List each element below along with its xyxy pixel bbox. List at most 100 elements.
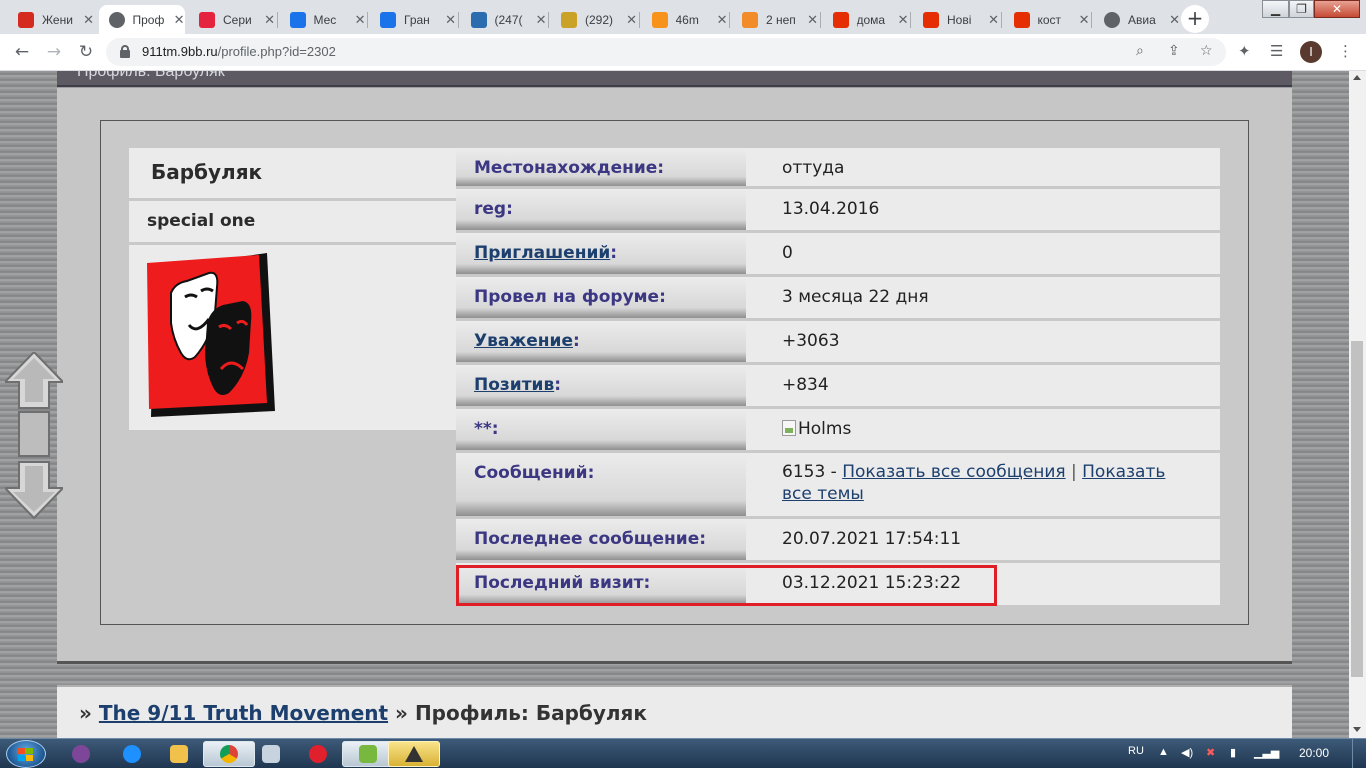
battery-icon[interactable]: ▮ [1230, 746, 1236, 759]
tab-close-icon[interactable]: ✕ [174, 12, 185, 28]
tab-close-icon[interactable]: ✕ [445, 12, 456, 28]
invites-link[interactable]: Приглашений [474, 243, 610, 263]
tab-1[interactable]: Жени ✕ [8, 5, 94, 34]
zoom-icon[interactable]: ⌕ [1136, 43, 1144, 59]
forum-home-link[interactable]: The 9/11 Truth Movement [99, 701, 388, 725]
scroll-down-arrow-icon[interactable] [5, 461, 63, 520]
tab-12[interactable]: кост ✕ [1004, 5, 1090, 34]
tab-5[interactable]: Гран ✕ [370, 5, 456, 34]
tab-separator [910, 12, 911, 28]
tab-title: Проф [132, 12, 165, 27]
close-window-button[interactable]: ✕ [1314, 0, 1360, 18]
restore-button[interactable]: ❐ [1289, 0, 1314, 18]
tab-close-icon[interactable]: ✕ [807, 12, 818, 28]
tab-close-icon[interactable]: ✕ [626, 12, 637, 28]
tab-title: Сери [223, 12, 252, 27]
new-tab-button[interactable]: + [1181, 5, 1209, 33]
aliexpress-icon [923, 11, 939, 28]
forward-button[interactable]: → [42, 40, 66, 64]
tab-3[interactable]: Сери ✕ [189, 5, 275, 34]
tray-expand-icon[interactable]: ▲ [1158, 746, 1169, 758]
broken-image-icon [782, 420, 796, 436]
start-button[interactable] [6, 740, 46, 768]
tab-4[interactable]: Мес ✕ [280, 5, 366, 34]
tab-separator [1091, 12, 1092, 28]
profile-avatar[interactable]: I [1300, 41, 1322, 63]
field-label-time-on-forum: Провел на форуме [474, 287, 660, 307]
extensions-icon[interactable]: ✦ [1238, 42, 1251, 60]
back-button[interactable]: ← [10, 40, 34, 64]
tab-close-icon[interactable]: ✕ [355, 12, 366, 28]
tab-close-icon[interactable]: ✕ [988, 12, 999, 28]
field-value-last-post: 20.07.2021 17:54:11 [746, 519, 1220, 560]
scrollbar-thumb[interactable] [1351, 341, 1363, 677]
taskbar-ie-icon[interactable] [106, 741, 158, 767]
scroll-up-arrow-icon[interactable] [5, 352, 63, 409]
tab-close-icon[interactable]: ✕ [264, 12, 275, 28]
tab-2[interactable]: Проф ✕ [98, 5, 185, 34]
minimize-button[interactable]: ▁ [1262, 0, 1289, 18]
reload-button[interactable]: ↻ [74, 40, 98, 64]
share-icon[interactable]: ⇪ [1168, 43, 1180, 59]
taskbar-explorer-icon[interactable] [153, 741, 205, 767]
tab-close-icon[interactable]: ✕ [1079, 12, 1090, 28]
tab-9[interactable]: 2 неп ✕ [732, 5, 818, 34]
globe-icon [108, 11, 125, 28]
signal-icon[interactable]: ▁▃▅ [1254, 746, 1279, 759]
tab-separator [276, 12, 278, 28]
lock-icon[interactable] [120, 45, 130, 58]
reading-list-icon[interactable]: ☰ [1270, 42, 1283, 60]
tab-close-icon[interactable]: ✕ [536, 12, 547, 28]
page-viewport: Профиль: Барбуляк Барбуляк special one М [0, 71, 1366, 738]
tab-10[interactable]: дома ✕ [823, 5, 909, 34]
tab-close-icon[interactable]: ✕ [83, 12, 94, 28]
tab-close-icon[interactable]: ✕ [898, 12, 909, 28]
show-desktop-button[interactable] [1352, 739, 1366, 768]
taskbar-warning-icon[interactable] [388, 741, 440, 767]
volume-icon[interactable]: ◀) [1181, 746, 1193, 759]
tab-6[interactable]: (247( ✕ [461, 5, 547, 34]
network-error-icon[interactable]: ✖ [1206, 746, 1215, 759]
field-value-time-on-forum: 3 месяца 22 дня [746, 277, 1220, 318]
positive-link[interactable]: Позитив [474, 375, 554, 395]
tab-separator [457, 12, 459, 28]
vertical-scrollbar[interactable] [1349, 71, 1366, 738]
field-value-reg: 13.04.2016 [746, 189, 1220, 230]
url-text[interactable]: 911tm.9bb.ru/profile.php?id=2302 [142, 44, 336, 59]
taskbar-calculator-icon[interactable] [245, 741, 297, 767]
field-row-respect: Уважение: +3063 [456, 321, 1220, 365]
address-bar[interactable]: 911tm.9bb.ru/profile.php?id=2302 ⌕ ⇪ ☆ [106, 38, 1226, 66]
tab-8[interactable]: 46m ✕ [642, 5, 728, 34]
clock[interactable]: 20:00 [1299, 746, 1329, 760]
profile-left-column: Барбуляк special one [129, 148, 456, 430]
tab-13[interactable]: Авиа ✕ [1094, 5, 1180, 34]
tab-close-icon[interactable]: ✕ [717, 12, 728, 28]
scroll-middle-icon[interactable] [18, 411, 50, 457]
field-row-stars: **: Holms [456, 409, 1220, 453]
taskbar-tor-icon[interactable] [55, 741, 107, 767]
tab-11[interactable]: Нові ✕ [913, 5, 999, 34]
field-label-last-post: Последнее сообщение [474, 529, 700, 549]
show-all-posts-link[interactable]: Показать все сообщения [842, 462, 1065, 482]
breadcrumb-current: Профиль: Барбуляк [414, 701, 647, 725]
language-indicator[interactable]: RU [1128, 745, 1144, 757]
tab-7[interactable]: (292) ✕ [551, 5, 637, 34]
breadcrumb: » The 9/11 Truth Movement » Профиль: Бар… [57, 685, 1292, 738]
menu-kebab-icon[interactable]: ⋮ [1338, 42, 1353, 60]
tab-title: Гран [404, 12, 430, 27]
bookmark-star-icon[interactable]: ☆ [1200, 43, 1213, 59]
scrollbar-down-arrow-icon[interactable] [1353, 727, 1361, 732]
profile-header-bar: Профиль: Барбуляк [57, 71, 1292, 87]
tab-title: Авиа [1128, 12, 1156, 27]
respect-link[interactable]: Уважение [474, 331, 573, 351]
taskbar-utorrent-icon[interactable] [342, 741, 394, 767]
tab-close-icon[interactable]: ✕ [1169, 12, 1180, 28]
tab-title: (247( [494, 12, 523, 27]
scrollbar-up-arrow-icon[interactable] [1353, 75, 1361, 80]
tab-separator [1000, 12, 1002, 28]
page-scroll-arrows[interactable] [5, 352, 63, 520]
tab-title: Нові [947, 12, 972, 27]
taskbar-opera-icon[interactable] [292, 741, 344, 767]
browser-toolbar: ← → ↻ 911tm.9bb.ru/profile.php?id=2302 ⌕… [0, 34, 1366, 71]
tab-title: 46m [675, 12, 699, 27]
